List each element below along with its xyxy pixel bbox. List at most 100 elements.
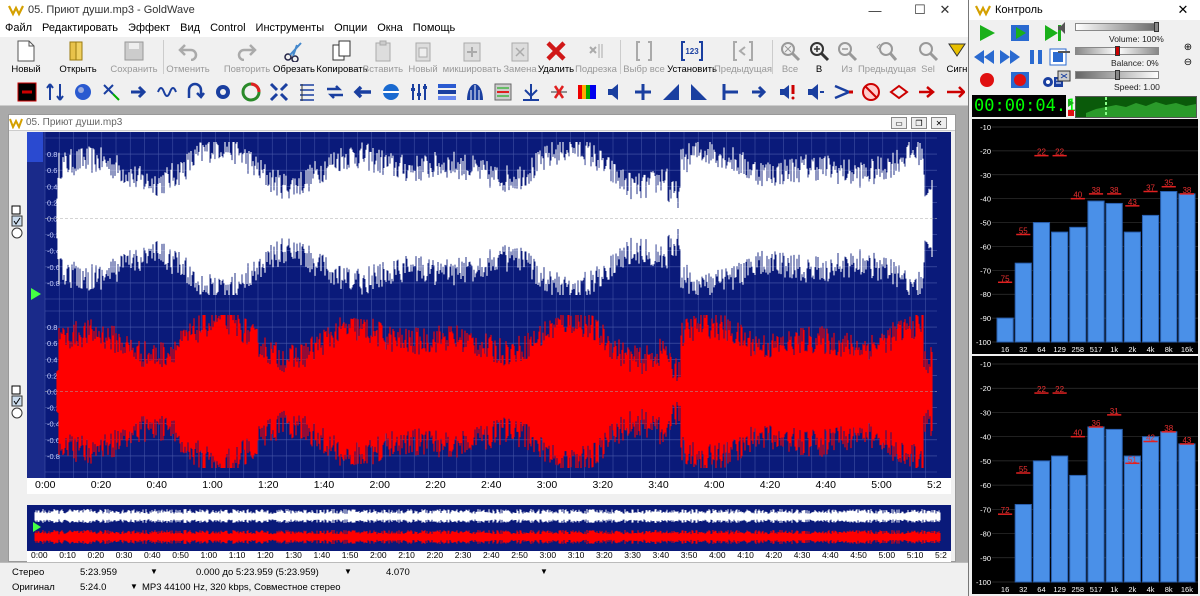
overview-time-tick: 2:40 [483, 550, 500, 560]
fade-in-icon[interactable] [660, 81, 682, 103]
mix-button[interactable]: микшировать [443, 37, 501, 78]
diamond-arrow-icon[interactable] [888, 81, 910, 103]
replace-button[interactable]: Замена [502, 37, 538, 78]
rainbow-icon[interactable] [576, 81, 598, 103]
loop-effect-icon[interactable] [184, 81, 206, 103]
filter-grid-icon[interactable] [464, 81, 486, 103]
spectrum-filter-icon[interactable] [436, 81, 458, 103]
menu-options[interactable]: Опции [329, 20, 372, 37]
menu-effect[interactable]: Эффект [123, 20, 175, 37]
pause-button[interactable] [1025, 47, 1047, 67]
fan-arrow-icon[interactable] [916, 81, 938, 103]
select-all-button[interactable]: Выбр все [623, 37, 665, 78]
previous-selection-button[interactable]: Предыдущая [714, 37, 772, 78]
doc-minimize-button[interactable]: ▭ [891, 117, 907, 129]
waveform-canvas[interactable]: 0.80.60.40.20.0-0.2-0.4-0.6-0.80.80.60.4… [27, 132, 951, 478]
previous-zoom-button[interactable]: Предыдущая [858, 37, 916, 78]
menu-edit[interactable]: Редактировать [37, 20, 123, 37]
undo-button[interactable]: Отменить [166, 37, 210, 78]
trim-pad-button[interactable]: Подрезка [575, 37, 617, 78]
menu-control[interactable]: Control [205, 20, 250, 37]
balance-effect-icon[interactable] [380, 81, 402, 103]
zoom-out-button[interactable]: Из [834, 37, 860, 78]
menu-file[interactable]: Файл [0, 20, 37, 37]
control-close-button[interactable]: ✕ [1165, 0, 1200, 20]
overview-waveform[interactable] [27, 505, 951, 551]
zoom-in-button[interactable]: В [806, 37, 832, 78]
menu-help[interactable]: Помощь [408, 20, 461, 37]
equalizer-x-icon[interactable] [100, 81, 122, 103]
play-selection-button[interactable] [1009, 23, 1031, 43]
alert-icon[interactable] [776, 81, 798, 103]
copy-button[interactable]: Копировать [316, 37, 368, 78]
save-button[interactable]: Сохранить [110, 37, 158, 78]
peak-label: 55 [1019, 227, 1028, 236]
maximize-volume-icon[interactable] [748, 81, 770, 103]
channel-right-toggle[interactable] [11, 385, 25, 419]
echo-icon[interactable] [72, 81, 94, 103]
set-selection-button[interactable]: 123 Установить [667, 37, 717, 78]
volume-slider[interactable] [1075, 22, 1159, 32]
speed-slider[interactable] [1075, 70, 1159, 80]
wave-effect-icon[interactable] [156, 81, 178, 103]
selection-start-marker[interactable] [27, 132, 43, 162]
reverse-effect-icon[interactable] [324, 81, 346, 103]
minimize-button[interactable]: — [852, 0, 898, 20]
lines-effect-icon[interactable] [296, 81, 318, 103]
pan-effect-icon[interactable] [240, 81, 262, 103]
status-dropdown-2[interactable]: ▼ [344, 567, 352, 576]
new-button[interactable]: Новый [10, 37, 42, 78]
gear-effect-icon[interactable] [212, 81, 234, 103]
waveform-view[interactable]: 0.8 0.6 0.4 0.2 0.0 -0.2 -0.4 -0.6 -0.8 0.8 0.6 0.4… [27, 132, 951, 478]
menu-view[interactable]: Вид [175, 20, 205, 37]
menu-window[interactable]: Окна [372, 20, 408, 37]
overview-canvas[interactable] [27, 505, 951, 551]
rewind-button[interactable] [973, 47, 995, 67]
balance-slider[interactable] [1075, 46, 1159, 56]
speaker-icon[interactable] [604, 81, 626, 103]
left-arrow-effect-icon[interactable] [352, 81, 374, 103]
play-button[interactable] [976, 23, 998, 43]
expand-effect-icon[interactable] [268, 81, 290, 103]
channel-left-toggle[interactable] [11, 205, 25, 239]
zoom-selection-button[interactable]: Sel [914, 37, 942, 78]
paste-new-button[interactable]: Новый [408, 37, 438, 78]
time-ruler[interactable]: 0:00 0:20 0:40 1:00 1:20 1:40 2:00 2:20 2:40 3:00… [27, 478, 951, 494]
title-bar: 05. Приют души.mp3 - GoldWave — ☐ ✕ [0, 0, 968, 20]
mechanize-icon[interactable] [492, 81, 514, 103]
no-entry-icon[interactable] [860, 81, 882, 103]
open-button[interactable]: Открыть [58, 37, 98, 78]
delete-button[interactable]: Удалить [538, 37, 574, 78]
paste-button[interactable]: Вставить [363, 37, 403, 78]
noise-reduction-icon[interactable] [520, 81, 542, 103]
status-dropdown-1[interactable]: ▼ [150, 567, 158, 576]
zoom-all-button[interactable]: Все [776, 37, 804, 78]
redo-button[interactable]: Повторить [224, 37, 270, 78]
doppler-icon[interactable] [44, 81, 66, 103]
flanger-icon[interactable] [128, 81, 150, 103]
arrow-effect-icon[interactable] [832, 81, 854, 103]
minus-icon[interactable]: ⊖ [1184, 57, 1192, 68]
time-tick: 2:40 [481, 479, 502, 491]
record-button[interactable] [976, 70, 998, 90]
speaker-right-icon[interactable] [804, 81, 826, 103]
fade-out-icon[interactable] [688, 81, 710, 103]
record-selection-button[interactable] [1009, 70, 1031, 90]
volume-marker-icon[interactable] [632, 81, 654, 103]
signal-button[interactable]: Сигн [946, 37, 968, 78]
menu-tools[interactable]: Инструменты [251, 20, 330, 37]
split-arrow-icon[interactable] [944, 81, 966, 103]
match-volume-icon[interactable] [720, 81, 742, 103]
fast-forward-button[interactable] [999, 47, 1021, 67]
doc-restore-button[interactable]: ❐ [911, 117, 927, 129]
status-dropdown-3[interactable]: ▼ [540, 567, 548, 576]
control-scroll-icons[interactable]: ⊕ ⊖ [1179, 40, 1197, 70]
doc-close-button[interactable]: ✕ [931, 117, 947, 129]
status-dropdown-4[interactable]: ▼ [130, 582, 138, 591]
pop-click-icon[interactable] [548, 81, 570, 103]
close-button[interactable]: ✕ [922, 0, 968, 20]
dc-offset-icon[interactable] [16, 81, 38, 103]
trim-button[interactable]: Обрезать [273, 37, 315, 78]
eq-sliders-icon[interactable] [408, 81, 430, 103]
plus-icon[interactable]: ⊕ [1184, 42, 1192, 53]
